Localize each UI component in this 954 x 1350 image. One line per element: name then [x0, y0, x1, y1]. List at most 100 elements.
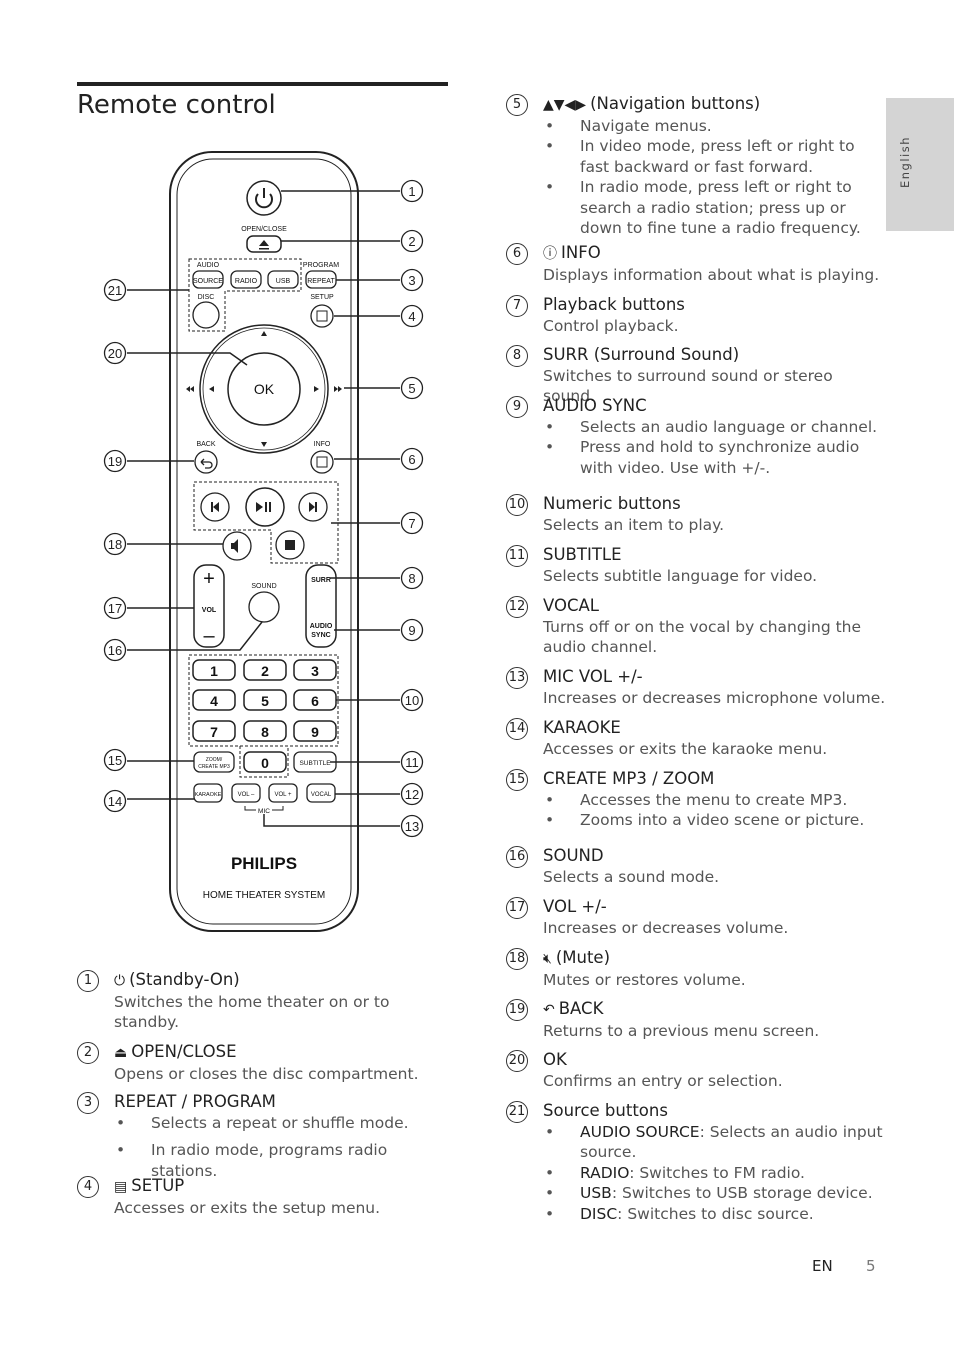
item-description: Turns off or on the vocal by changing th… [543, 617, 862, 657]
stop-icon [285, 540, 295, 550]
item-description: Opens or closes the disc compartment. [114, 1064, 419, 1083]
item-title: VOL +/- [543, 897, 888, 918]
item-7: 7 Playback buttons Control playback. [506, 295, 888, 336]
item-description: Mutes or restores volume. [543, 970, 746, 989]
item-2: 2 ⏏ OPEN/CLOSE Opens or closes the disc com… [77, 1042, 450, 1084]
callout-number: 21 [108, 283, 122, 298]
item-title-text: MIC VOL +/- [543, 667, 643, 686]
item-title-text: VOCAL [543, 596, 599, 615]
item-title: ⏻ (Standby-On) [114, 970, 450, 992]
svg-text:HOME THEATER SYSTEM: HOME THEATER SYSTEM [203, 890, 325, 901]
item-title: Source buttons [543, 1101, 888, 1122]
setup-button [310, 304, 334, 328]
bullet-text: In video mode, press left or right to fa… [580, 137, 855, 176]
item-title: ⓘ INFO [543, 243, 888, 265]
svg-text:2: 2 [261, 663, 269, 679]
item-bullet: Press and hold to synchronize audio with… [543, 437, 888, 478]
play-pause-icon [256, 502, 271, 512]
item-title: ▲▼◀▶ (Navigation buttons) [543, 94, 888, 116]
item-title-text: SUBTITLE [543, 545, 622, 564]
callout-number: 20 [108, 346, 122, 361]
svg-text:SYNC: SYNC [311, 632, 330, 639]
callout-number: 15 [108, 753, 122, 768]
svg-text:OPEN/CLOSE: OPEN/CLOSE [241, 226, 287, 233]
item-title-text: BACK [558, 999, 604, 1018]
item-19: 19 ↶ BACK Returns to a previous menu screen… [506, 999, 888, 1041]
item-number: 16 [506, 846, 528, 868]
item-17: 17 VOL +/- Increases or decreases volume. [506, 897, 888, 938]
item-description: Control playback. [543, 316, 679, 335]
item-number: 11 [506, 545, 528, 567]
info-button [310, 450, 334, 474]
svg-text:SOURCE: SOURCE [193, 278, 223, 285]
item-20: 20 OK Confirms an entry or selection. [506, 1050, 888, 1091]
bullet-text: : Switches to FM radio. [629, 1163, 805, 1182]
item-number: 17 [506, 897, 528, 919]
item-number: 6 [506, 243, 528, 265]
svg-text:OK: OK [254, 381, 275, 397]
item-title-text: Playback buttons [543, 295, 685, 314]
item-title: REPEAT / PROGRAM [114, 1092, 450, 1113]
item-9: 9 AUDIO SYNC Selects an audio language or … [506, 396, 888, 478]
item-number: 19 [506, 999, 528, 1021]
callout-number: 11 [405, 755, 419, 770]
item-bullet: DISC: Switches to disc source. [543, 1204, 888, 1225]
item-description: Returns to a previous menu screen. [543, 1021, 820, 1040]
bullet-label: DISC [580, 1204, 618, 1223]
item-title-text: OK [543, 1050, 567, 1069]
svg-text:MIC: MIC [258, 808, 270, 815]
item-title: OK [543, 1050, 888, 1071]
item-number: 8 [506, 345, 528, 367]
item-15: 15 CREATE MP3 / ZOOM Accesses the menu to … [506, 769, 888, 831]
svg-text:SETUP: SETUP [310, 294, 334, 301]
callout-number: 18 [108, 537, 122, 552]
previous-icon [211, 502, 219, 512]
item-number: 3 [77, 1092, 99, 1114]
disc-button [192, 301, 220, 329]
item-title-text: REPEAT / PROGRAM [114, 1092, 276, 1111]
item-description: Confirms an entry or selection. [543, 1071, 783, 1090]
item-title-text: SURR (Surround Sound) [543, 345, 740, 364]
callout-number: 17 [108, 601, 122, 616]
svg-text:RADIO: RADIO [235, 278, 258, 285]
item-21: 21 Source buttons AUDIO SOURCE: Selects an… [506, 1101, 888, 1225]
item-number: 21 [506, 1101, 528, 1123]
navigation-arrows-icon: ▲▼◀▶ [543, 97, 587, 113]
svg-text:KARAOKE: KARAOKE [195, 792, 222, 798]
svg-text:+: + [203, 568, 215, 590]
callout-number: 13 [405, 819, 419, 834]
svg-text:8: 8 [261, 724, 269, 740]
item-title-text: (Navigation buttons) [590, 94, 761, 113]
item-number: 7 [506, 295, 528, 317]
back-icon: ↶ [543, 1002, 555, 1018]
item-title-text: Numeric buttons [543, 494, 681, 513]
callout-number: 5 [408, 381, 415, 396]
item-title-text: OPEN/CLOSE [131, 1042, 237, 1061]
svg-text:DISC: DISC [198, 294, 215, 301]
callout-number: 19 [108, 454, 122, 469]
bullet-text: Accesses the menu to create MP3. [580, 790, 848, 809]
bullet-text: Selects an audio language or channel. [580, 417, 878, 436]
bullet-text: Selects a repeat or shuffle mode. [151, 1113, 409, 1132]
svg-text:6: 6 [311, 693, 319, 709]
item-number: 2 [77, 1042, 99, 1064]
svg-text:AUDIO: AUDIO [197, 262, 220, 269]
sound-button [248, 591, 280, 623]
info-icon: ⓘ [543, 246, 557, 262]
item-bullet: USB: Switches to USB storage device. [543, 1183, 888, 1204]
callout-number: 6 [408, 452, 415, 467]
svg-text:3: 3 [311, 663, 319, 679]
item-number: 18 [506, 948, 528, 970]
item-title: Playback buttons [543, 295, 888, 316]
item-18: 18 🔇︎ (Mute) Mutes or restores volume. [506, 948, 888, 990]
bullet-text: Zooms into a video scene or picture. [580, 811, 865, 829]
bullet-text: : Switches to USB storage device. [611, 1184, 873, 1202]
svg-text:SUBTITLE: SUBTITLE [299, 760, 331, 767]
svg-text:AUDIO: AUDIO [310, 623, 333, 630]
item-bullet: Selects an audio language or channel. [543, 417, 888, 438]
svg-text:0: 0 [261, 755, 269, 771]
item-title: MIC VOL +/- [543, 667, 888, 688]
bullet-label: USB [580, 1184, 612, 1202]
setup-icon: ▤ [114, 1179, 128, 1195]
item-number: 1 [77, 970, 99, 992]
